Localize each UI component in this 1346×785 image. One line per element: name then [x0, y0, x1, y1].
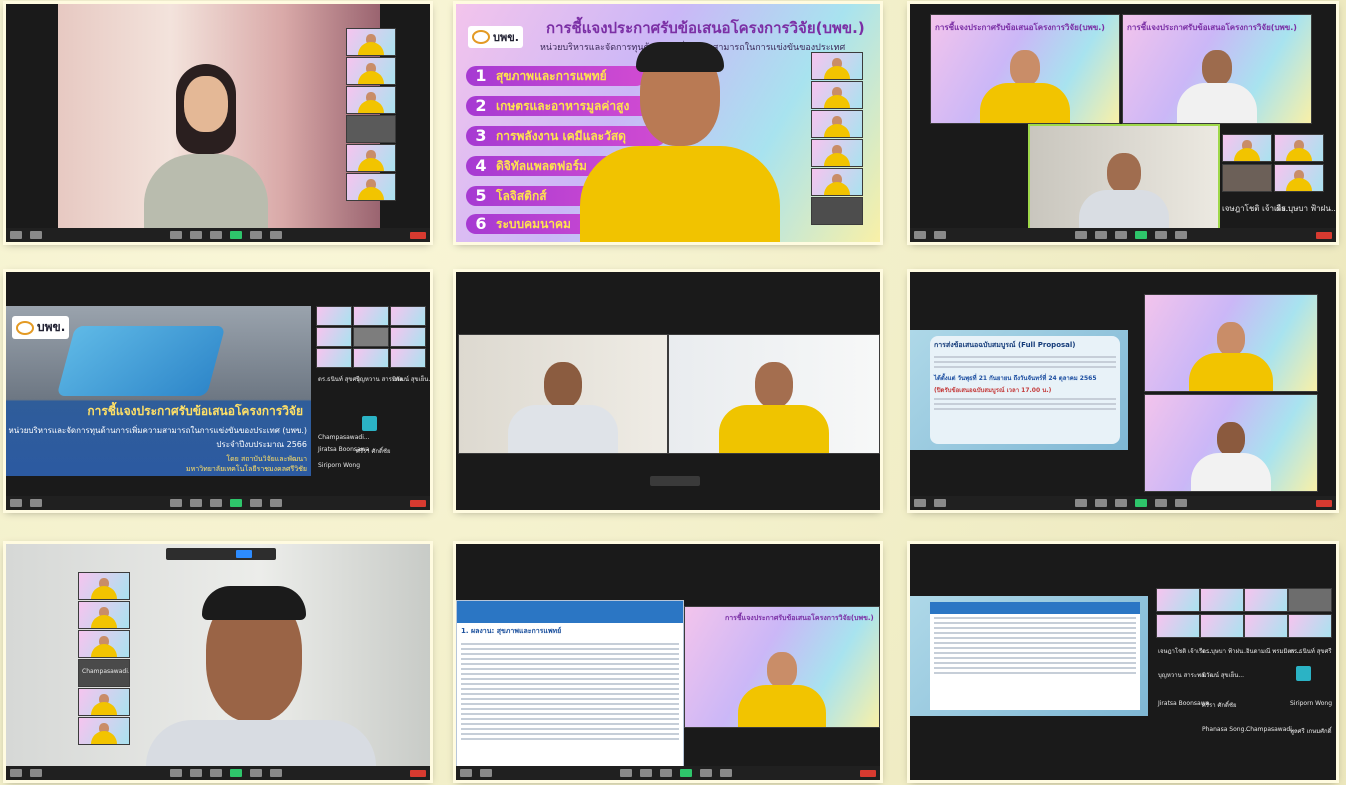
end-button[interactable]	[410, 769, 426, 777]
slide-logo: บพข.	[468, 26, 523, 48]
recording-banner[interactable]	[166, 548, 276, 560]
proposal-date: ได้ตั้งแต่ วันพุธที่ 21 กันยายน ถึงวันจั…	[934, 375, 1097, 382]
end-button[interactable]	[410, 499, 426, 507]
speaker-video	[550, 34, 800, 242]
video-participant-a	[458, 334, 668, 454]
end-button[interactable]	[1316, 231, 1332, 239]
video-icon[interactable]	[30, 231, 42, 239]
reactions-icon[interactable]	[270, 231, 282, 239]
participant-name: ดร.บุษบา ฟ้าฝน...	[1276, 204, 1336, 213]
meeting-screenshot-7: Champasawadi...	[6, 544, 430, 780]
chat-icon[interactable]	[210, 231, 222, 239]
announce-univ: มหาวิทยาลัยเทคโนโลยีราชมงคลศรีวิชัย	[186, 465, 307, 473]
proposal-deadline: (ปิดรับข้อเสนอฉบับสมบูรณ์ เวลา 17.00 น.)	[934, 387, 1052, 394]
gallery-strip: Champasawadi...	[78, 572, 130, 745]
mute-icon[interactable]	[10, 231, 22, 239]
avatar	[362, 416, 377, 431]
meeting-toolbar	[6, 766, 430, 780]
tile-speaker-2	[1144, 394, 1318, 492]
meeting-toolbar	[910, 496, 1336, 510]
end-button[interactable]	[410, 231, 426, 239]
end-button[interactable]	[1316, 499, 1332, 507]
meeting-screenshot-4: บพข. การชี้แจงประกาศรับข้อเสนอโครงการวิจ…	[6, 272, 430, 510]
gallery-grid: เจษฎาโชติ เจ้าเรือ... ดร.บุษบา ฟ้าฝน... …	[1156, 588, 1332, 768]
share-screen-icon[interactable]	[230, 231, 242, 239]
avatar	[1296, 666, 1311, 681]
meeting-screenshot-6: การส่งข้อเสนอฉบับสมบูรณ์ (Full Proposal)…	[910, 272, 1336, 510]
proposal-slide: การส่งข้อเสนอฉบับสมบูรณ์ (Full Proposal)…	[910, 330, 1128, 450]
speaker-slide-video: การชี้แจงประกาศรับข้อเสนอโครงการวิจัย(บพ…	[684, 606, 880, 728]
logo-text: บพข.	[493, 31, 519, 44]
gallery-grid: ดร.ธนินท์ สุขศรี บุญหวาน สาระพล นิวัฒน์ …	[316, 306, 430, 476]
tile-speaker-3	[1028, 124, 1220, 234]
document-section-heading: 1. ผลงาน: สุขภาพและการแพทย์	[461, 627, 562, 635]
video-main	[6, 544, 430, 766]
meeting-toolbar	[6, 228, 430, 242]
meeting-screenshot-2: บพข. การชี้แจงประกาศรับข้อเสนอโครงการวิจ…	[456, 4, 880, 242]
shared-document: 1. ผลงาน: สุขภาพและการแพทย์	[456, 600, 684, 770]
gallery-strip-2	[811, 52, 863, 232]
speaker-name-tag	[650, 476, 700, 486]
video-main	[58, 4, 380, 230]
meeting-screenshot-5	[456, 272, 880, 510]
meeting-toolbar	[6, 496, 430, 510]
announcement-slide: บพข. การชี้แจงประกาศรับข้อเสนอโครงการวิจ…	[6, 306, 311, 476]
meeting-screenshot-3: การชี้แจงประกาศรับข้อเสนอโครงการวิจัย(บพ…	[910, 4, 1336, 242]
proposal-heading: การส่งข้อเสนอฉบับสมบูรณ์ (Full Proposal)	[934, 341, 1076, 349]
tile-speaker-1	[1144, 294, 1318, 392]
record-icon[interactable]	[250, 231, 262, 239]
meeting-toolbar	[456, 766, 880, 780]
announce-title: การชี้แจงประกาศรับข้อเสนอโครงการวิจัย	[87, 404, 303, 418]
shared-document	[910, 596, 1148, 716]
end-button[interactable]	[860, 769, 876, 777]
announce-org: หน่วยบริหารและจัดการทุนด้านการเพิ่มความส…	[8, 426, 308, 435]
video-participant-b	[668, 334, 880, 454]
tile-speaker-1: การชี้แจงประกาศรับข้อเสนอโครงการวิจัย(บพ…	[930, 14, 1120, 124]
announce-year: ประจำปีงบประมาณ 2566	[216, 440, 307, 449]
meeting-screenshot-1	[6, 4, 430, 242]
slide-logo: บพข.	[12, 316, 70, 339]
meeting-screenshot-9: เจษฎาโชติ เจ้าเรือ... ดร.บุษบา ฟ้าฝน... …	[910, 544, 1336, 780]
gallery-strip	[346, 28, 396, 208]
participants-icon[interactable]	[190, 231, 202, 239]
security-icon[interactable]	[170, 231, 182, 239]
tile-speaker-2: การชี้แจงประกาศรับข้อเสนอโครงการวิจัย(บพ…	[1122, 14, 1312, 124]
meeting-screenshot-8: 1. ผลงาน: สุขภาพและการแพทย์ การชี้แจงประ…	[456, 544, 880, 780]
meeting-toolbar	[910, 228, 1336, 242]
